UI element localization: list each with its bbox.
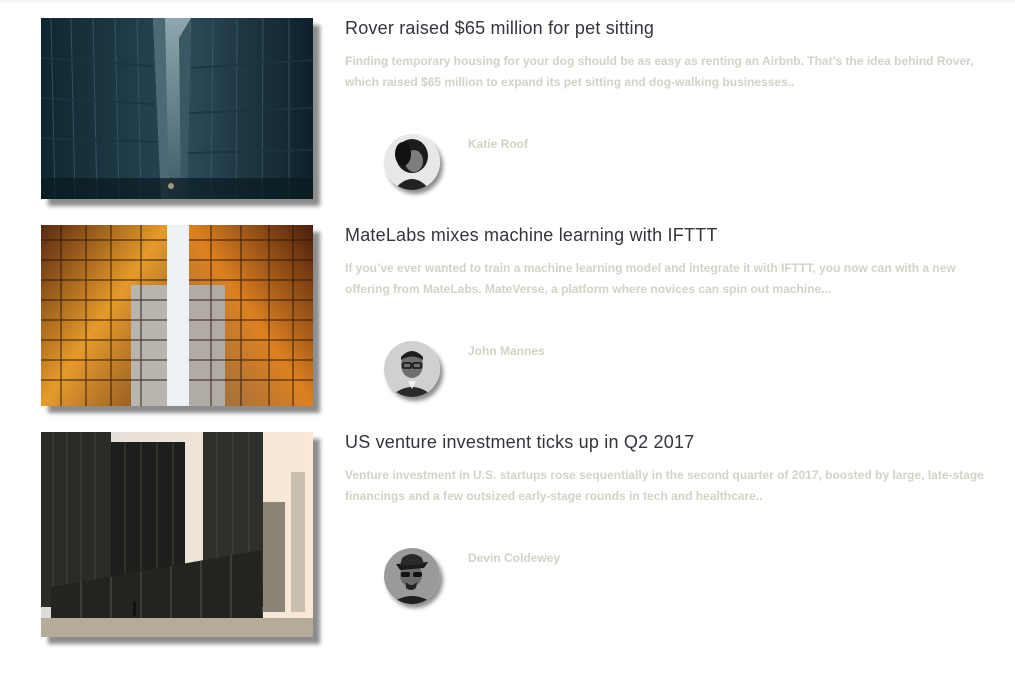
article-image[interactable] (41, 18, 313, 199)
article-title[interactable]: US venture investment ticks up in Q2 201… (345, 432, 694, 452)
author-byline: Devin Coldewey (384, 548, 684, 608)
author-avatar[interactable] (384, 341, 440, 397)
author-byline: Katie Roof (384, 134, 684, 194)
article-image[interactable] (41, 432, 313, 637)
author-avatar[interactable] (384, 134, 440, 190)
article-title[interactable]: Rover raised $65 million for pet sitting (345, 18, 654, 38)
author-avatar[interactable] (384, 548, 440, 604)
author-name[interactable]: Katie Roof (468, 137, 528, 151)
author-name[interactable]: Devin Coldewey (468, 551, 560, 565)
top-divider (0, 0, 1015, 4)
author-name[interactable]: John Mannes (468, 344, 545, 358)
article-excerpt: Finding temporary housing for your dog s… (345, 54, 974, 89)
article-excerpt: If you’ve ever wanted to train a machine… (345, 261, 956, 296)
author-byline: John Mannes (384, 341, 684, 401)
article-title[interactable]: MateLabs mixes machine learning with IFT… (345, 225, 718, 245)
article-card: Rover raised $65 million for pet sitting… (41, 18, 1001, 218)
article-image[interactable] (41, 225, 313, 406)
article-card: US venture investment ticks up in Q2 201… (41, 432, 1001, 637)
article-excerpt: Venture investment in U.S. startups rose… (345, 468, 984, 503)
article-card: MateLabs mixes machine learning with IFT… (41, 225, 1001, 425)
